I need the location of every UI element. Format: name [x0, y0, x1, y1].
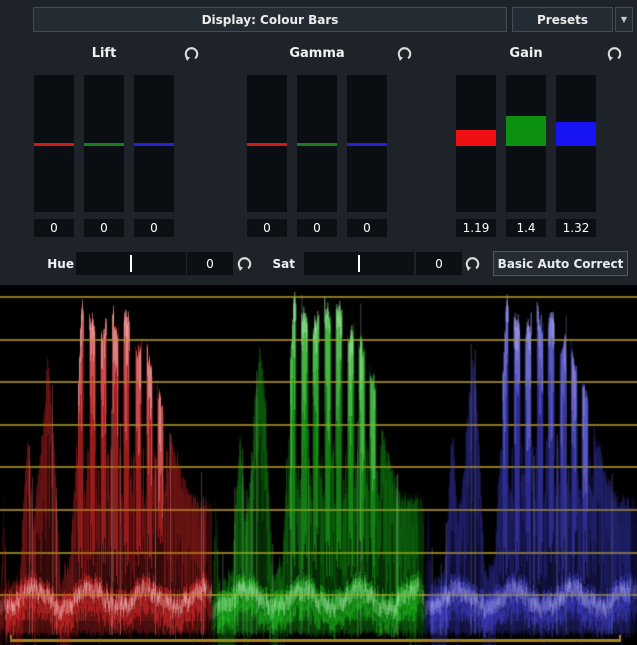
- display-mode-button[interactable]: Display: Colour Bars: [33, 7, 507, 32]
- slider-handle-green[interactable]: [84, 143, 124, 146]
- basic-auto-correct-label: Basic Auto Correct: [498, 257, 624, 271]
- display-mode-label: Display: Colour Bars: [202, 13, 339, 27]
- lift-red-slider[interactable]: [34, 75, 74, 212]
- reset-icon: [396, 45, 413, 62]
- gamma-reset-button[interactable]: [396, 45, 413, 62]
- gamma-blue-value[interactable]: 0: [347, 219, 387, 237]
- basic-auto-correct-button[interactable]: Basic Auto Correct: [493, 251, 628, 276]
- gain-blue-value[interactable]: 1.32: [556, 219, 596, 237]
- lift-green-slider[interactable]: [84, 75, 124, 212]
- slider-handle-green[interactable]: [506, 116, 546, 146]
- waveform-scope: [0, 285, 637, 645]
- slider-handle-red[interactable]: [34, 143, 74, 146]
- gain-blue-slider[interactable]: [556, 75, 596, 212]
- gamma-red-value[interactable]: 0: [247, 219, 287, 237]
- hue-reset-button[interactable]: [236, 255, 253, 272]
- gain-reset-button[interactable]: [606, 45, 623, 62]
- sat-reset-button[interactable]: [464, 255, 481, 272]
- lift-blue-value[interactable]: 0: [134, 219, 174, 237]
- chevron-down-icon: ▼: [621, 15, 627, 24]
- slider-handle-green[interactable]: [297, 143, 337, 146]
- hue-slider-marker: [130, 255, 132, 272]
- waveform-canvas: [0, 285, 637, 645]
- gain-section-label: Gain: [496, 46, 556, 61]
- gain-green-value[interactable]: 1.4: [506, 219, 546, 237]
- gain-green-slider[interactable]: [506, 75, 546, 212]
- slider-handle-red[interactable]: [456, 130, 496, 146]
- presets-dropdown-button[interactable]: ▼: [615, 7, 633, 32]
- sat-slider-marker: [358, 255, 360, 272]
- sat-slider[interactable]: [304, 252, 414, 275]
- gain-red-slider[interactable]: [456, 75, 496, 212]
- gamma-section-label: Gamma: [287, 46, 347, 61]
- lift-reset-button[interactable]: [183, 45, 200, 62]
- sat-value[interactable]: 0: [416, 252, 462, 275]
- gamma-blue-slider[interactable]: [347, 75, 387, 212]
- lift-green-value[interactable]: 0: [84, 219, 124, 237]
- slider-handle-blue[interactable]: [347, 143, 387, 146]
- reset-icon: [606, 45, 623, 62]
- hue-label: Hue: [40, 252, 74, 275]
- presets-label: Presets: [537, 13, 588, 27]
- slider-handle-blue[interactable]: [134, 143, 174, 146]
- presets-button[interactable]: Presets: [512, 7, 613, 32]
- gain-red-value[interactable]: 1.19: [456, 219, 496, 237]
- lift-blue-slider[interactable]: [134, 75, 174, 212]
- reset-icon: [236, 255, 253, 272]
- gamma-green-value[interactable]: 0: [297, 219, 337, 237]
- gamma-green-slider[interactable]: [297, 75, 337, 212]
- hue-slider[interactable]: [76, 252, 186, 275]
- reset-icon: [464, 255, 481, 272]
- gamma-red-slider[interactable]: [247, 75, 287, 212]
- reset-icon: [183, 45, 200, 62]
- slider-handle-red[interactable]: [247, 143, 287, 146]
- hue-value[interactable]: 0: [187, 252, 233, 275]
- sat-label: Sat: [266, 252, 295, 275]
- lift-section-label: Lift: [74, 46, 134, 61]
- lift-red-value[interactable]: 0: [34, 219, 74, 237]
- slider-handle-blue[interactable]: [556, 122, 596, 146]
- colour-correction-panel: Display: Colour Bars Presets ▼ Lift Gamm…: [0, 0, 637, 645]
